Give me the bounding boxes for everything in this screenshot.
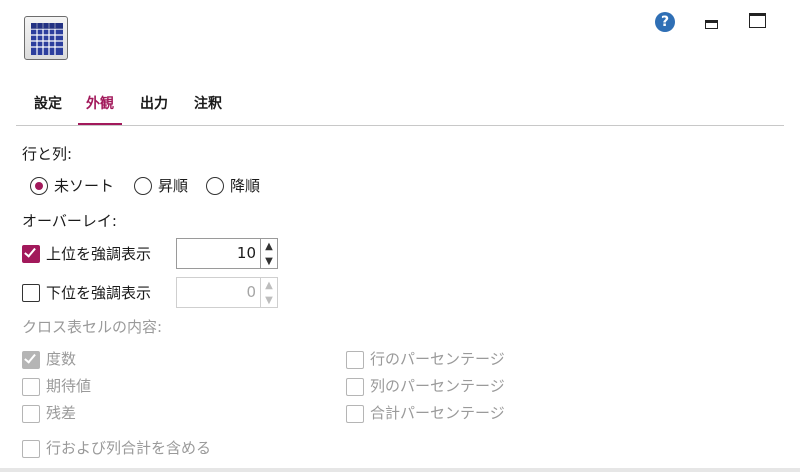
highlight-top-input[interactable]: 10 bbox=[176, 238, 261, 269]
stepper-down-icon[interactable]: ▼ bbox=[261, 254, 277, 269]
counts-label: 度数 bbox=[46, 350, 77, 368]
expected-label: 期待値 bbox=[46, 377, 92, 395]
tab-annotations[interactable]: 注釈 bbox=[186, 94, 230, 125]
residuals-checkbox bbox=[22, 405, 40, 423]
overlay-heading: オーバーレイ: bbox=[22, 212, 117, 230]
tab-appearance[interactable]: 外観 bbox=[78, 94, 122, 125]
total-percent-checkbox bbox=[346, 405, 364, 423]
radio-ascending[interactable] bbox=[134, 177, 152, 195]
tab-output[interactable]: 出力 bbox=[132, 94, 176, 125]
highlight-top-checkbox[interactable] bbox=[22, 245, 40, 263]
tab-settings[interactable]: 設定 bbox=[26, 94, 70, 125]
crosstab-contents-heading: クロス表セルの内容: bbox=[22, 318, 163, 336]
bottom-divider bbox=[0, 468, 800, 472]
radio-unsorted[interactable] bbox=[30, 177, 48, 195]
crosstab-app-icon bbox=[24, 16, 68, 60]
stepper-up-icon[interactable]: ▲ bbox=[261, 239, 277, 254]
highlight-top-label: 上位を強調表示 bbox=[46, 245, 152, 263]
minimize-icon[interactable] bbox=[705, 20, 718, 29]
help-icon[interactable]: ? bbox=[655, 12, 675, 32]
total-percent-label: 合計パーセンテージ bbox=[370, 404, 505, 422]
include-totals-label: 行および列合計を含める bbox=[46, 439, 212, 457]
table-grid-icon bbox=[31, 23, 63, 55]
radio-descending[interactable] bbox=[206, 177, 224, 195]
counts-checkbox bbox=[22, 351, 40, 369]
highlight-bottom-label: 下位を強調表示 bbox=[46, 284, 152, 302]
stepper-up-icon: ▲ bbox=[265, 280, 273, 291]
expected-checkbox bbox=[22, 378, 40, 396]
row-percent-checkbox bbox=[346, 351, 364, 369]
highlight-bottom-stepper: ▲ ▼ bbox=[261, 277, 278, 308]
row-percent-label: 行のパーセンテージ bbox=[370, 350, 505, 368]
radio-unsorted-label: 未ソート bbox=[54, 177, 115, 195]
stepper-down-icon: ▼ bbox=[265, 295, 273, 306]
tab-bar: 設定 外観 出力 注釈 bbox=[16, 86, 784, 126]
column-percent-checkbox bbox=[346, 378, 364, 396]
highlight-bottom-checkbox[interactable] bbox=[22, 284, 40, 302]
highlight-top-stepper[interactable]: ▲ ▼ bbox=[261, 238, 278, 269]
radio-descending-label: 降順 bbox=[230, 177, 261, 195]
maximize-icon[interactable] bbox=[749, 13, 766, 28]
radio-ascending-label: 昇順 bbox=[158, 177, 189, 195]
include-totals-checkbox bbox=[22, 440, 40, 458]
rows-columns-heading: 行と列: bbox=[22, 145, 73, 163]
column-percent-label: 列のパーセンテージ bbox=[370, 377, 505, 395]
highlight-bottom-input: 0 bbox=[176, 277, 261, 308]
residuals-label: 残差 bbox=[46, 404, 77, 422]
